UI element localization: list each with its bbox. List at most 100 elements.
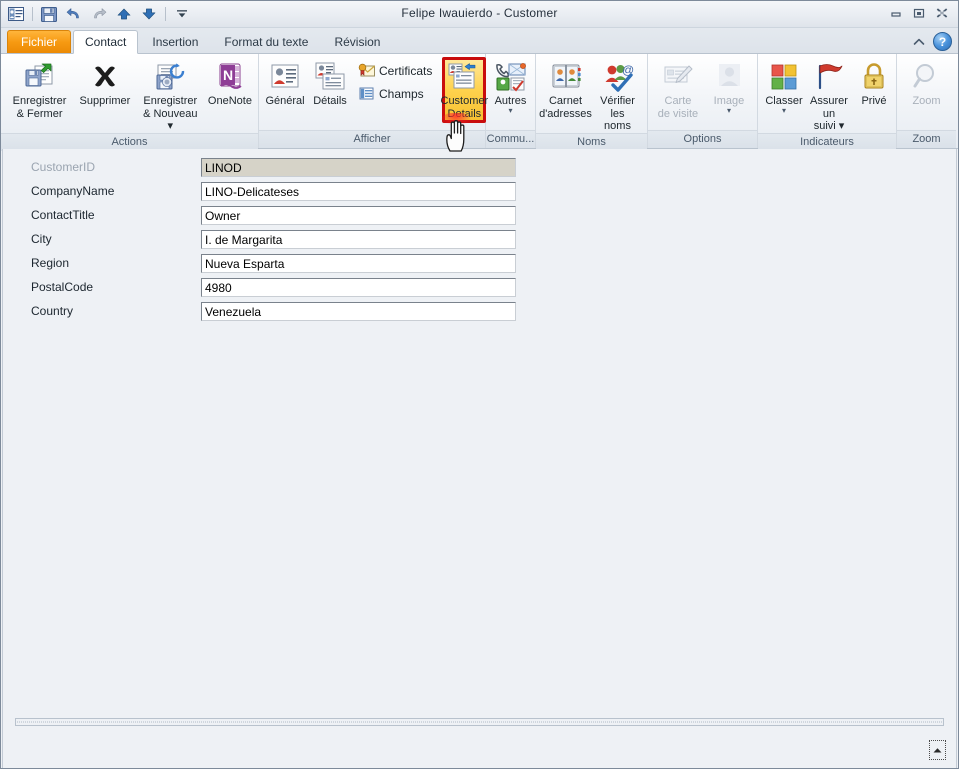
save-and-close-label-2: & Fermer	[16, 108, 63, 120]
address-book-button[interactable]: Carnet d'adresses	[539, 57, 592, 121]
private-label-1: Privé	[861, 95, 887, 107]
country-label: Country	[31, 304, 74, 318]
postal-code-label: PostalCode	[31, 280, 94, 294]
picture-icon	[713, 60, 745, 94]
tab-insertion[interactable]: Insertion	[140, 30, 210, 53]
address-book-label-2: d'adresses	[539, 108, 592, 120]
ribbon-group-label-options: Options	[648, 130, 757, 148]
details-button[interactable]: Détails	[308, 57, 352, 108]
onenote-button[interactable]: N OneNote	[206, 57, 254, 108]
picture-caret-icon: ▾	[726, 106, 731, 115]
outlook-contact-window: Felipe Iwauierdo - Customer Fichier Cont…	[0, 0, 959, 769]
check-names-button[interactable]: @ Vérifier les noms	[592, 57, 643, 133]
categorize-icon	[768, 60, 800, 94]
delete-x-icon	[89, 60, 121, 94]
picture-button: Image ▾	[705, 57, 753, 115]
ribbon-group-afficher: Général Détails Certificats Champs Custo…	[259, 54, 489, 148]
general-contact-icon	[270, 60, 300, 94]
general-label-1: Général	[265, 95, 305, 107]
zoom-label-1: Zoom	[912, 95, 941, 107]
region-label: Region	[31, 256, 70, 270]
save-and-close-label-1: Enregistrer	[12, 95, 67, 107]
tab-format-du-texte[interactable]: Format du texte	[212, 30, 320, 53]
minimize-button[interactable]	[886, 4, 906, 22]
more-communicate-button[interactable]: Autres ▾	[489, 57, 533, 115]
customer-details-form: CustomerID LINOD CompanyName LINO-Delica…	[3, 155, 956, 323]
close-button[interactable]	[932, 4, 952, 22]
categorize-caret-icon[interactable]: ▾	[782, 107, 786, 115]
certificates-button[interactable]: Certificats	[353, 60, 437, 81]
tab-bar-right-controls: ?	[912, 32, 952, 51]
categorize-button[interactable]: Classer ▾	[762, 57, 806, 115]
save-and-new-label-2: & Nouveau ▾	[143, 108, 198, 132]
save-and-new-label-1: Enregistrer	[143, 95, 198, 107]
customer-id-label: CustomerID	[31, 160, 96, 174]
contact-title-label: ContactTitle	[31, 208, 95, 222]
certificates-label: Certificats	[379, 63, 433, 78]
tab-fichier[interactable]: Fichier	[7, 30, 72, 53]
customer-details-label-1: Customer	[440, 95, 489, 107]
scroll-up-button[interactable]	[929, 740, 946, 760]
ribbon-group-options: Carte de visite Image ▾ Options	[648, 54, 758, 148]
ribbon-group-label-communiquer: Commu...	[486, 130, 535, 148]
check-names-label-2: les noms	[604, 108, 631, 132]
business-card-button: Carte de visite	[652, 57, 704, 121]
save-and-close-button[interactable]: Enregistrer & Fermer	[5, 57, 74, 121]
region-field[interactable]: Nueva Esparta	[201, 253, 516, 273]
follow-up-label-2[interactable]: un suivi ▾	[812, 107, 846, 132]
more-communicate-caret-icon[interactable]: ▾	[508, 107, 512, 115]
city-label: City	[31, 232, 52, 246]
customer-id-field[interactable]: LINOD	[201, 157, 516, 177]
contact-title-field[interactable]: Owner	[201, 205, 516, 225]
ribbon-group-label-zoom: Zoom	[897, 130, 956, 148]
ribbon-group-noms: Carnet d'adresses @ Vérifier les noms No…	[536, 54, 648, 151]
tab-contact[interactable]: Contact	[73, 30, 139, 54]
collapse-ribbon-icon[interactable]	[912, 36, 926, 48]
postal-code-field[interactable]: 4980	[201, 277, 516, 297]
onenote-label-1: OneNote	[207, 95, 252, 107]
company-name-field[interactable]: LINO-Delicateses	[201, 181, 516, 201]
title-bar: Felipe Iwauierdo - Customer	[1, 1, 958, 28]
zoom-magnifier-icon	[912, 60, 942, 94]
customer-details-icon	[448, 60, 480, 94]
onenote-icon: N	[214, 60, 246, 94]
ribbon-group-indicateurs: Classer ▾ Assurer un suivi ▾ Privé Indic…	[758, 54, 897, 151]
fields-icon	[358, 86, 375, 101]
window-title: Felipe Iwauierdo - Customer	[401, 6, 558, 20]
customer-details-button[interactable]: Customer Details	[440, 57, 489, 123]
ribbon: Enregistrer & Fermer Supprimer Enregistr…	[1, 54, 958, 151]
business-card-label-2: de visite	[657, 108, 699, 120]
private-button[interactable]: Privé	[852, 57, 896, 108]
form-row-contact-title: ContactTitle Owner	[3, 203, 956, 227]
address-book-icon	[550, 60, 582, 94]
business-card-label-1: Carte	[664, 95, 692, 107]
business-card-icon	[662, 60, 694, 94]
form-row-postal-code: PostalCode 4980	[3, 275, 956, 299]
form-row-company-name: CompanyName LINO-Delicateses	[3, 179, 956, 203]
help-button[interactable]: ?	[933, 32, 952, 51]
chevron-up-icon	[933, 747, 942, 752]
restore-button[interactable]	[909, 4, 929, 22]
city-field[interactable]: I. de Margarita	[201, 229, 516, 249]
check-names-icon: @	[602, 60, 634, 94]
form-horizontal-separator	[15, 718, 944, 726]
form-row-region: Region Nueva Esparta	[3, 251, 956, 275]
address-book-label-1: Carnet	[548, 95, 583, 107]
save-new-icon	[154, 60, 186, 94]
delete-button[interactable]: Supprimer	[75, 57, 135, 109]
follow-up-button[interactable]: Assurer un suivi ▾	[807, 57, 851, 133]
fields-button[interactable]: Champs	[353, 83, 437, 104]
form-row-customer-id: CustomerID LINOD	[3, 155, 956, 179]
general-button[interactable]: Général	[263, 57, 307, 108]
certificate-icon	[358, 63, 375, 78]
contact-form-pane: CustomerID LINOD CompanyName LINO-Delica…	[2, 149, 957, 768]
form-row-city: City I. de Margarita	[3, 227, 956, 251]
tab-revision[interactable]: Révision	[322, 30, 392, 53]
details-icon	[315, 60, 345, 94]
svg-text:N: N	[223, 67, 233, 83]
check-names-label-1: Vérifier	[600, 95, 635, 107]
follow-up-flag-icon	[813, 60, 845, 94]
country-field[interactable]: Venezuela	[201, 301, 516, 321]
save-and-new-button[interactable]: Enregistrer & Nouveau ▾	[136, 57, 205, 133]
window-controls	[886, 4, 952, 22]
